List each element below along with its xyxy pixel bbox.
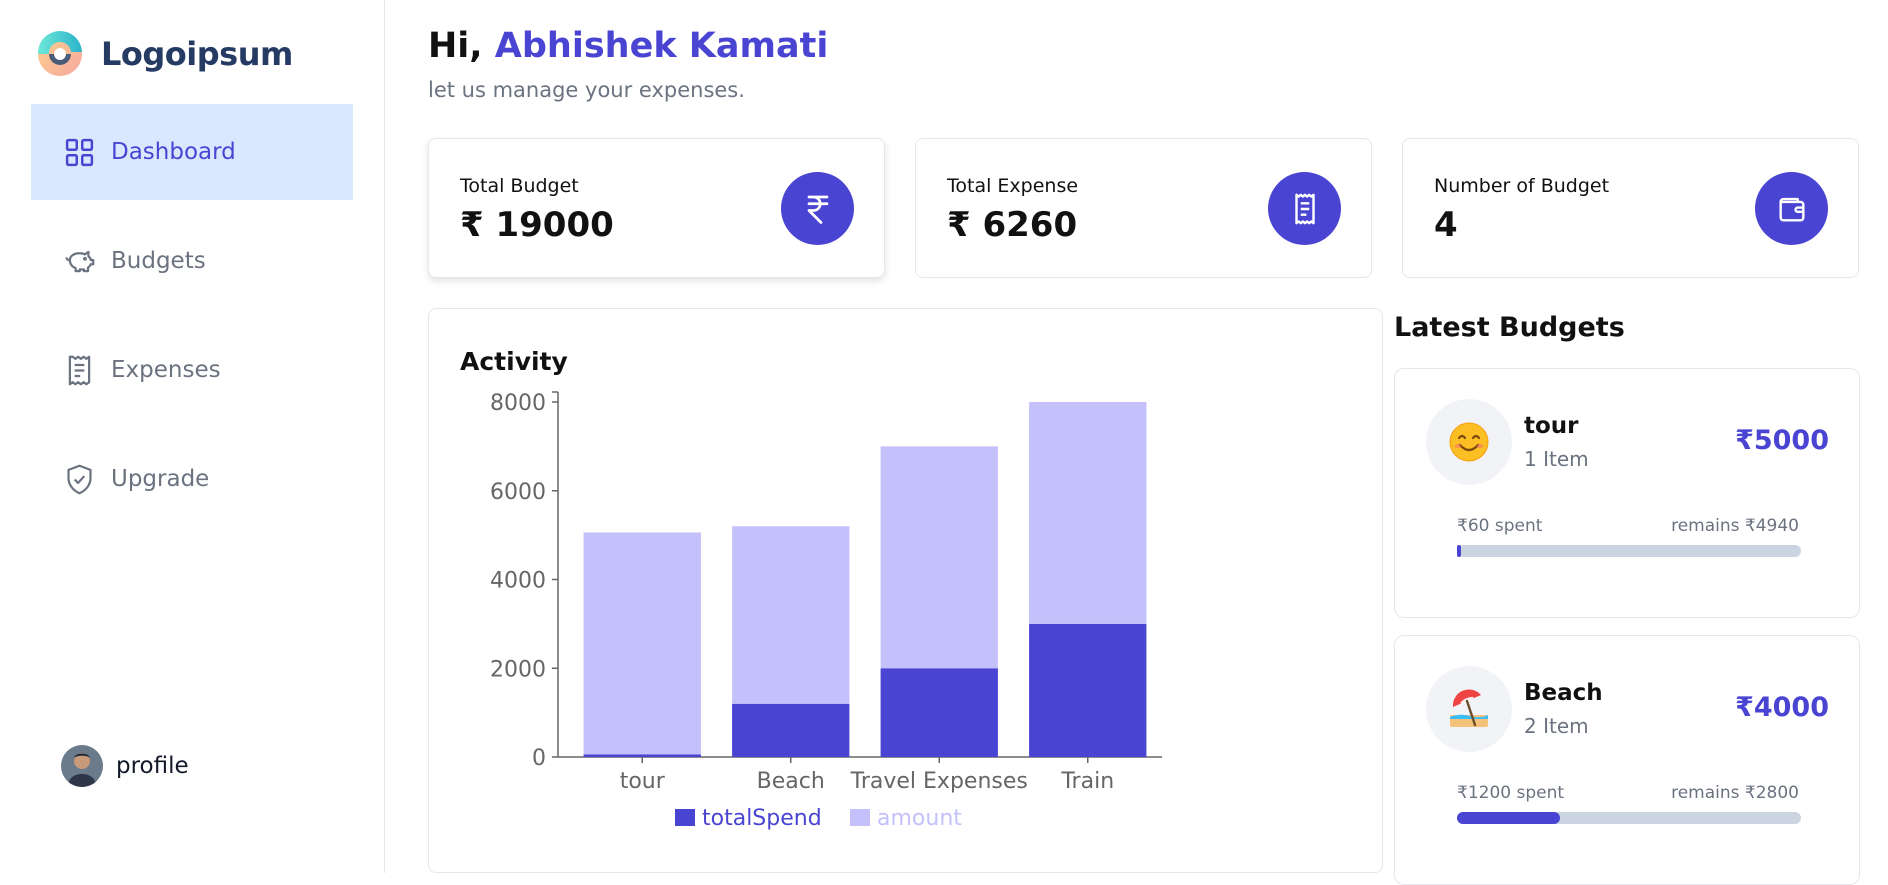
legend-label: amount — [877, 806, 962, 831]
stat-value: ₹ 6260 — [947, 205, 1078, 245]
y-tick-label: 2000 — [490, 657, 546, 682]
budget-spent: ₹60 spent — [1457, 516, 1543, 536]
stat-value: 4 — [1434, 205, 1458, 245]
profile-label: profile — [116, 753, 189, 779]
budget-amount: ₹4000 — [1735, 692, 1829, 723]
budget-name: Beach — [1524, 680, 1603, 706]
sidebar-item-upgrade[interactable]: Upgrade — [31, 431, 353, 527]
greeting-text: Hi, — [428, 26, 483, 66]
bar-totalSpend — [880, 668, 998, 757]
logo-text: Logoipsum — [101, 35, 293, 73]
beach-umbrella-emoji-icon — [1426, 666, 1512, 752]
stat-card-total-expense: Total Expense ₹ 6260 — [915, 138, 1372, 278]
budget-spent: ₹1200 spent — [1457, 783, 1565, 803]
stat-label: Total Budget — [460, 175, 579, 197]
sidebar-item-label: Dashboard — [111, 139, 236, 165]
logo-icon — [37, 30, 82, 76]
bar-totalSpend — [732, 703, 850, 757]
activity-chart: 0 2000 4000 6000 8000 tour Beach Travel Expense… — [490, 391, 1162, 831]
grid-icon — [65, 138, 94, 166]
legend-label: totalSpend — [702, 806, 822, 831]
x-tick-label: tour — [620, 769, 666, 794]
avatar[interactable] — [61, 745, 103, 787]
page-title: Hi, Abhishek Kamati — [428, 26, 828, 66]
bar-amount — [1029, 402, 1147, 624]
logo[interactable]: Logoipsum — [31, 30, 293, 78]
activity-card: Activity 0 2000 4000 6000 8000 tour Beach Trave… — [428, 308, 1383, 873]
bar-amount — [732, 526, 850, 704]
stat-card-number-of-budget: Number of Budget 4 — [1402, 138, 1859, 278]
budget-progress-fill — [1457, 545, 1462, 557]
legend-swatch — [850, 809, 870, 826]
sidebar-item-budgets[interactable]: Budgets — [31, 213, 353, 309]
profile[interactable]: profile — [61, 745, 189, 787]
legend-swatch — [675, 809, 695, 826]
budget-progress-track — [1457, 812, 1801, 824]
bar-totalSpend — [1029, 623, 1147, 757]
user-name: Abhishek Kamati — [494, 26, 829, 66]
y-tick-label: 4000 — [490, 569, 546, 594]
receipt-icon — [1268, 172, 1341, 245]
budget-remaining: remains ₹2800 — [1671, 783, 1799, 803]
budget-item-count: 1 Item — [1524, 447, 1589, 471]
sidebar: Logoipsum Dashboard Budgets Expenses Upg… — [0, 0, 385, 873]
shield-check-icon — [67, 464, 92, 494]
bar-amount — [880, 446, 998, 669]
budget-progress-track — [1457, 545, 1801, 557]
bar-amount — [583, 532, 701, 755]
sidebar-item-dashboard[interactable]: Dashboard — [31, 104, 353, 200]
budget-item-count: 2 Item — [1524, 714, 1589, 738]
stat-label: Number of Budget — [1434, 175, 1610, 197]
page-subtitle: let us manage your expenses. — [428, 78, 745, 102]
sidebar-item-label: Upgrade — [111, 466, 210, 492]
x-tick-label: Train — [1060, 769, 1114, 794]
x-tick-label: Beach — [757, 769, 825, 794]
y-tick-label: 8000 — [490, 391, 546, 416]
smile-emoji-icon — [1426, 399, 1512, 485]
receipt-icon — [68, 355, 91, 385]
budget-card[interactable]: tour 1 Item ₹5000 ₹60 spent remains ₹494… — [1394, 368, 1860, 618]
budget-amount: ₹5000 — [1735, 425, 1829, 456]
sidebar-item-label: Budgets — [111, 248, 206, 274]
wallet-icon — [1755, 172, 1828, 245]
latest-budgets-title: Latest Budgets — [1394, 312, 1625, 343]
sidebar-item-label: Expenses — [111, 357, 221, 383]
budget-name: tour — [1524, 413, 1579, 439]
bar-totalSpend — [583, 754, 701, 757]
sidebar-item-expenses[interactable]: Expenses — [31, 322, 353, 418]
stat-value: ₹ 19000 — [460, 205, 614, 245]
budget-remaining: remains ₹4940 — [1671, 516, 1799, 536]
stat-label: Total Expense — [947, 175, 1079, 197]
budget-progress-fill — [1457, 812, 1561, 824]
piggy-bank-icon — [65, 250, 95, 272]
rupee-icon — [781, 172, 854, 245]
y-tick-label: 6000 — [490, 480, 546, 505]
stat-card-total-budget: Total Budget ₹ 19000 — [428, 138, 885, 278]
y-tick-label: 0 — [532, 746, 546, 771]
budget-card[interactable]: Beach 2 Item ₹4000 ₹1200 spent remains ₹… — [1394, 635, 1860, 885]
x-tick-label: Travel Expenses — [850, 769, 1028, 794]
